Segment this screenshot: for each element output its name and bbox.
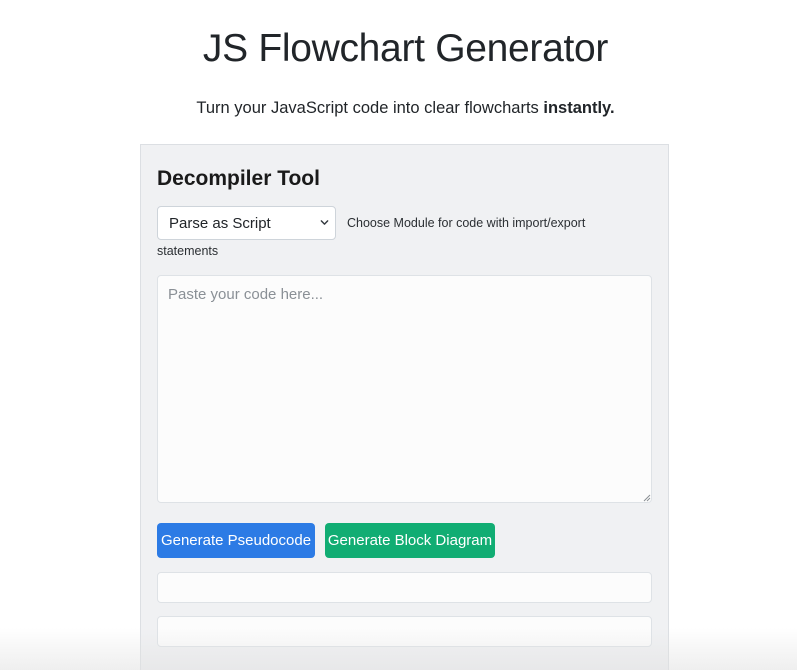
resize-handle-icon[interactable]	[643, 494, 651, 502]
page: JS Flowchart Generator Turn your JavaScr…	[0, 0, 797, 670]
subtitle-text: Turn your JavaScript code into clear flo…	[196, 99, 544, 117]
generate-pseudocode-button[interactable]: Generate Pseudocode	[157, 523, 315, 558]
page-subtitle: Turn your JavaScript code into clear flo…	[0, 98, 797, 118]
tool-title: Decompiler Tool	[157, 167, 320, 190]
chevron-down-icon	[320, 220, 329, 225]
page-title: JS Flowchart Generator	[202, 27, 609, 70]
pseudocode-output[interactable]	[157, 572, 652, 603]
parse-mode-value: Parse as Script	[169, 215, 271, 232]
generate-block-diagram-button[interactable]: Generate Block Diagram	[325, 523, 495, 558]
decompiler-tool-card: Decompiler Tool Parse as Script Choose M…	[140, 144, 669, 670]
parse-mode-help-text: Choose Module for code with import/expor…	[347, 216, 586, 230]
subtitle-emphasis: instantly.	[543, 99, 615, 117]
parse-mode-select[interactable]: Parse as Script	[157, 206, 336, 240]
code-input[interactable]	[157, 275, 652, 503]
parse-mode-help-text-continued: statements	[157, 244, 219, 258]
block-diagram-output[interactable]	[157, 616, 652, 647]
